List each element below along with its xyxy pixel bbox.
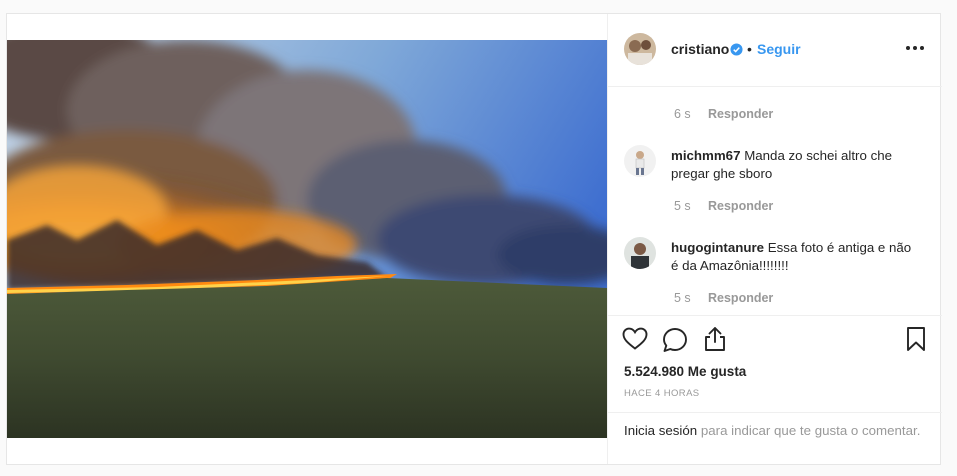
instagram-post: cristiano • Seguir 6 s Responder michmm6… bbox=[6, 13, 942, 465]
like-count[interactable]: 5.524.980 Me gusta bbox=[624, 364, 746, 379]
login-link[interactable]: Inicia sesión bbox=[624, 423, 697, 438]
author-username[interactable]: cristiano bbox=[671, 41, 729, 57]
post-media[interactable] bbox=[7, 14, 607, 464]
follow-button[interactable]: Seguir bbox=[757, 41, 801, 57]
author-avatar[interactable] bbox=[624, 33, 656, 65]
heart-icon[interactable] bbox=[622, 327, 648, 351]
post-timestamp[interactable]: HACE 4 HORAS bbox=[624, 388, 700, 399]
comment-time: 5 s bbox=[674, 291, 691, 305]
comment-time: 6 s bbox=[674, 107, 691, 121]
commenter-avatar[interactable] bbox=[624, 145, 656, 177]
bookmark-icon[interactable] bbox=[905, 326, 927, 352]
reply-button[interactable]: Responder bbox=[708, 199, 773, 213]
comment-time: 5 s bbox=[674, 199, 691, 213]
comment-username[interactable]: michmm67 bbox=[671, 148, 740, 163]
comments-list[interactable]: 6 s Responder michmm67 Manda zo schei al… bbox=[608, 87, 942, 315]
wildfire-photo bbox=[7, 40, 607, 438]
comment-icon[interactable] bbox=[662, 327, 688, 353]
login-prompt: Inicia sesión para indicar que te gusta … bbox=[608, 412, 942, 464]
login-prompt-text: para indicar que te gusta o comentar. bbox=[697, 423, 921, 438]
comment-body: hugogintanure Essa foto é antiga e não é… bbox=[671, 239, 921, 275]
post-actions: 5.524.980 Me gusta HACE 4 HORAS bbox=[608, 315, 942, 423]
more-options-icon[interactable] bbox=[906, 38, 928, 56]
commenter-avatar[interactable] bbox=[624, 237, 656, 269]
verified-badge-icon bbox=[730, 43, 743, 56]
post-header: cristiano • Seguir bbox=[608, 14, 942, 87]
post-sidebar: cristiano • Seguir 6 s Responder michmm6… bbox=[607, 14, 942, 464]
reply-button[interactable]: Responder bbox=[708, 107, 773, 121]
share-icon[interactable] bbox=[703, 326, 727, 352]
comment-body: michmm67 Manda zo schei altro che pregar… bbox=[671, 147, 921, 183]
separator-dot: • bbox=[747, 41, 752, 57]
reply-button[interactable]: Responder bbox=[708, 291, 773, 305]
comment-username[interactable]: hugogintanure bbox=[671, 240, 764, 255]
